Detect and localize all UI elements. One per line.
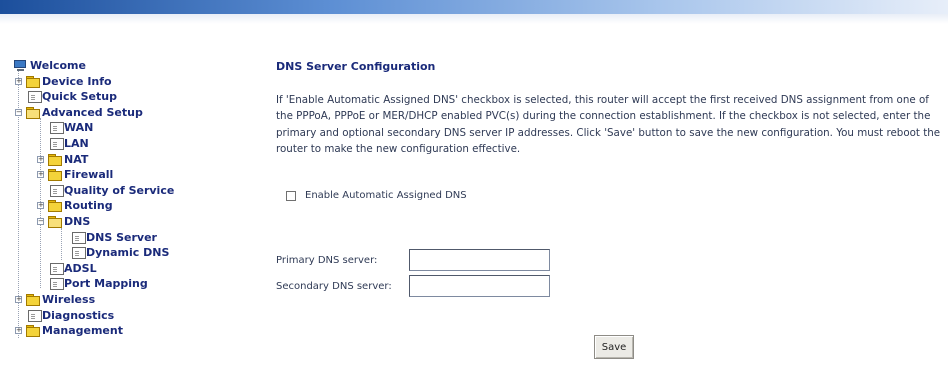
nav-item-label: Quality of Service	[64, 183, 175, 197]
folder-icon	[48, 153, 62, 166]
folder-icon	[26, 293, 40, 306]
expand-icon[interactable]: +	[15, 77, 22, 85]
nav-item-label: WAN	[64, 121, 94, 135]
folder-icon	[48, 169, 62, 182]
nav-item-label: Welcome	[30, 59, 86, 72]
folder-icon	[26, 75, 40, 88]
nav-item-label: Port Mapping	[64, 277, 148, 291]
secondary-dns-input[interactable]	[409, 275, 550, 297]
auto-dns-checkbox[interactable]	[286, 190, 296, 201]
nav-item-wireless[interactable]: + Wireless	[14, 292, 254, 308]
page-description: If 'Enable Automatic Assigned DNS' check…	[276, 94, 941, 156]
nav-item-firewall[interactable]: + Firewall	[14, 167, 254, 183]
nav-item-label: Diagnostics	[42, 308, 115, 322]
nav-item-label: ADSL	[64, 261, 97, 275]
nav-item-advanced-setup[interactable]: − Advanced Setup	[14, 105, 254, 121]
nav-item-wan[interactable]: WAN	[14, 120, 254, 136]
expand-icon[interactable]: +	[37, 155, 44, 163]
nav-item-label: LAN	[64, 136, 89, 150]
nav-item-diagnostics[interactable]: Diagnostics	[14, 308, 254, 324]
nav-item-label: DNS	[64, 214, 91, 228]
page-icon	[72, 231, 86, 244]
nav-item-dns-server[interactable]: DNS Server	[14, 230, 254, 246]
nav-item-label: DNS Server	[86, 230, 157, 244]
page-title: DNS Server Configuration	[276, 60, 436, 73]
nav-item-adsl[interactable]: ADSL	[14, 261, 254, 277]
folder-icon	[48, 200, 62, 213]
nav-item-label: Device Info	[42, 74, 112, 88]
save-button[interactable]: Save	[594, 335, 634, 359]
nav-item-routing[interactable]: + Routing	[14, 198, 254, 214]
primary-dns-label: Primary DNS server:	[276, 255, 378, 266]
auto-dns-row: Enable Automatic Assigned DNS	[286, 190, 467, 201]
page-icon	[50, 122, 64, 135]
nav-item-quality-of-service[interactable]: Quality of Service	[14, 183, 254, 199]
nav-item-label: Wireless	[42, 292, 96, 306]
nav-item-management[interactable]: + Management	[14, 323, 254, 339]
nav-item-label: NAT	[64, 152, 89, 166]
collapse-icon[interactable]: −	[15, 108, 22, 116]
secondary-dns-label: Secondary DNS server:	[276, 281, 392, 292]
nav-item-device-info[interactable]: + Device Info	[14, 74, 254, 90]
expand-icon[interactable]: +	[37, 171, 44, 179]
page-icon	[28, 91, 42, 104]
nav-item-dns[interactable]: − DNS	[14, 214, 254, 230]
nav-item-lan[interactable]: LAN	[14, 136, 254, 152]
page-icon	[50, 262, 64, 275]
nav-item-dynamic-dns[interactable]: Dynamic DNS	[14, 245, 254, 261]
nav-item-nat[interactable]: + NAT	[14, 152, 254, 168]
auto-dns-label: Enable Automatic Assigned DNS	[305, 190, 467, 201]
primary-dns-input[interactable]	[409, 249, 550, 271]
page-icon	[28, 309, 42, 322]
page-icon	[50, 184, 64, 197]
page-icon	[50, 137, 64, 150]
page-icon	[72, 247, 86, 260]
expand-icon[interactable]: +	[15, 295, 22, 303]
header-banner	[0, 0, 948, 14]
collapse-icon[interactable]: −	[37, 217, 44, 225]
folder-open-icon	[26, 106, 40, 119]
folder-open-icon	[48, 215, 62, 228]
folder-icon	[26, 325, 40, 338]
nav-item-label: Routing	[64, 199, 113, 213]
nav-item-label: Firewall	[64, 168, 114, 182]
nav-item-label: Advanced Setup	[42, 105, 143, 119]
nav-tree: Welcome + Device Info Quick Setup − Adva…	[14, 58, 254, 339]
expand-icon[interactable]: +	[15, 327, 22, 335]
nav-item-label: Management	[42, 324, 123, 338]
nav-item-port-mapping[interactable]: Port Mapping	[14, 276, 254, 292]
header-shade	[0, 14, 948, 24]
nav-item-label: Dynamic DNS	[86, 246, 170, 260]
computer-icon	[14, 60, 28, 72]
page-icon	[50, 278, 64, 291]
nav-item-label: Quick Setup	[42, 90, 117, 104]
expand-icon[interactable]: +	[37, 202, 44, 210]
nav-item-welcome[interactable]: Welcome	[14, 58, 254, 74]
nav-item-quick-setup[interactable]: Quick Setup	[14, 89, 254, 105]
